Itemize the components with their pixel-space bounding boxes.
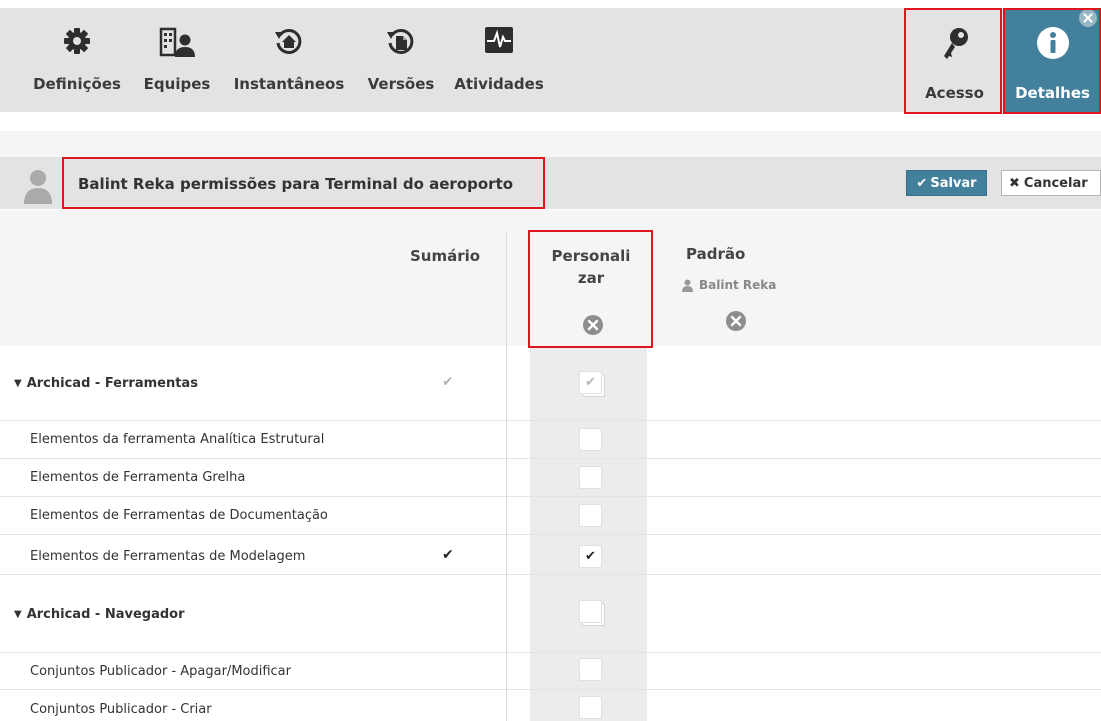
permission-label: Elementos da ferramenta Analítica Estrut… (30, 432, 325, 447)
default-user: Balint Reka (682, 278, 776, 292)
list-item: Conjuntos Publicador - Criar (0, 690, 1101, 721)
list-item-group: ▼ Archicad - Ferramentas ✔ ✔ (0, 346, 1101, 421)
list-item: Conjuntos Publicador - Apagar/Modificar (0, 653, 1101, 690)
cancel-button-label: Cancelar (1023, 175, 1088, 191)
list-item-group: ▼ Archicad - Navegador (0, 575, 1101, 653)
column-summary-header: Sumário (410, 247, 481, 265)
close-details-button[interactable] (1079, 9, 1097, 27)
team-icon (159, 27, 195, 57)
caret-down-icon: ▼ (14, 609, 22, 620)
custom-checkbox[interactable] (579, 466, 602, 489)
key-icon (943, 28, 968, 59)
activity-icon (485, 27, 513, 53)
default-user-name: Balint Reka (699, 278, 777, 292)
snapshot-icon (275, 28, 302, 54)
check-icon: ✔ (916, 175, 928, 191)
toolbar-definicoes-label: Definições (33, 75, 121, 93)
column-default-header: Padrão (686, 245, 746, 263)
permission-label: Elementos de Ferramenta Grelha (30, 470, 246, 485)
column-custom-header: Personali zar (551, 247, 631, 287)
permission-label: Conjuntos Publicador - Apagar/Modificar (30, 664, 291, 679)
user-avatar-icon (24, 170, 52, 204)
clear-custom-icon[interactable] (582, 314, 604, 336)
toolbar-atividades-label: Atividades (454, 75, 544, 93)
summary-check-icon: ✔ (442, 547, 454, 563)
caret-down-icon: ▼ (14, 378, 22, 389)
spacer-strip (0, 131, 1101, 157)
toolbar-definicoes-button[interactable]: Definições (29, 8, 125, 112)
custom-checkbox[interactable]: ✔ (579, 545, 602, 568)
group-label: Archicad - Ferramentas (26, 376, 198, 391)
toolbar-versoes-label: Versões (367, 75, 435, 93)
permission-label: Elementos de Ferramentas de Modelagem (30, 549, 306, 564)
info-icon (1036, 27, 1069, 59)
user-icon (682, 279, 693, 292)
save-button-label: Salvar (930, 175, 977, 191)
page-title: Balint Reka permissões para Terminal do … (78, 175, 514, 193)
custom-checkbox[interactable]: ✔ (579, 371, 602, 394)
toolbar-instantaneos-button[interactable]: Instantâneos (228, 8, 350, 112)
list-item: Elementos de Ferramenta Grelha (0, 459, 1101, 497)
permission-label: Elementos de Ferramentas de Documentação (30, 508, 328, 523)
toolbar-acesso-label: Acesso (925, 84, 984, 102)
cancel-button[interactable]: ✖ Cancelar (1001, 170, 1101, 196)
custom-checkbox[interactable] (579, 658, 602, 681)
toolbar-detalhes-label: Detalhes (1015, 84, 1090, 102)
custom-checkbox[interactable] (579, 600, 602, 623)
list-item: Elementos da ferramenta Analítica Estrut… (0, 421, 1101, 459)
close-icon (1083, 13, 1093, 23)
toolbar-acesso-button[interactable]: Acesso (907, 8, 1002, 112)
list-item: Elementos de Ferramentas de Documentação (0, 497, 1101, 535)
group-label-row[interactable]: ▼ Archicad - Ferramentas (14, 376, 198, 391)
toolbar-equipes-button[interactable]: Equipes (139, 8, 215, 112)
toolbar-atividades-button[interactable]: Atividades (451, 8, 547, 112)
custom-checkbox[interactable] (579, 428, 602, 451)
toolbar-instantaneos-label: Instantâneos (233, 75, 345, 93)
summary-check-icon: ✔ (442, 374, 454, 390)
permission-label: Conjuntos Publicador - Criar (30, 702, 212, 717)
toolbar-equipes-label: Equipes (143, 75, 211, 93)
gear-icon (64, 28, 90, 54)
group-label: Archicad - Navegador (26, 607, 185, 622)
close-icon: ✖ (1009, 175, 1020, 191)
toolbar: Definições Equipes Instantâneos Versões … (0, 8, 1101, 112)
versions-icon (387, 28, 414, 54)
toolbar-versoes-button[interactable]: Versões (362, 8, 440, 112)
toolbar-detalhes-button[interactable]: Detalhes (1004, 8, 1101, 112)
group-label-row[interactable]: ▼ Archicad - Navegador (14, 607, 185, 622)
list-item: Elementos de Ferramentas de Modelagem ✔ … (0, 535, 1101, 575)
custom-checkbox[interactable] (579, 696, 602, 719)
clear-default-icon[interactable] (725, 310, 747, 332)
custom-checkbox[interactable] (579, 504, 602, 527)
save-button[interactable]: ✔ Salvar (906, 170, 987, 196)
